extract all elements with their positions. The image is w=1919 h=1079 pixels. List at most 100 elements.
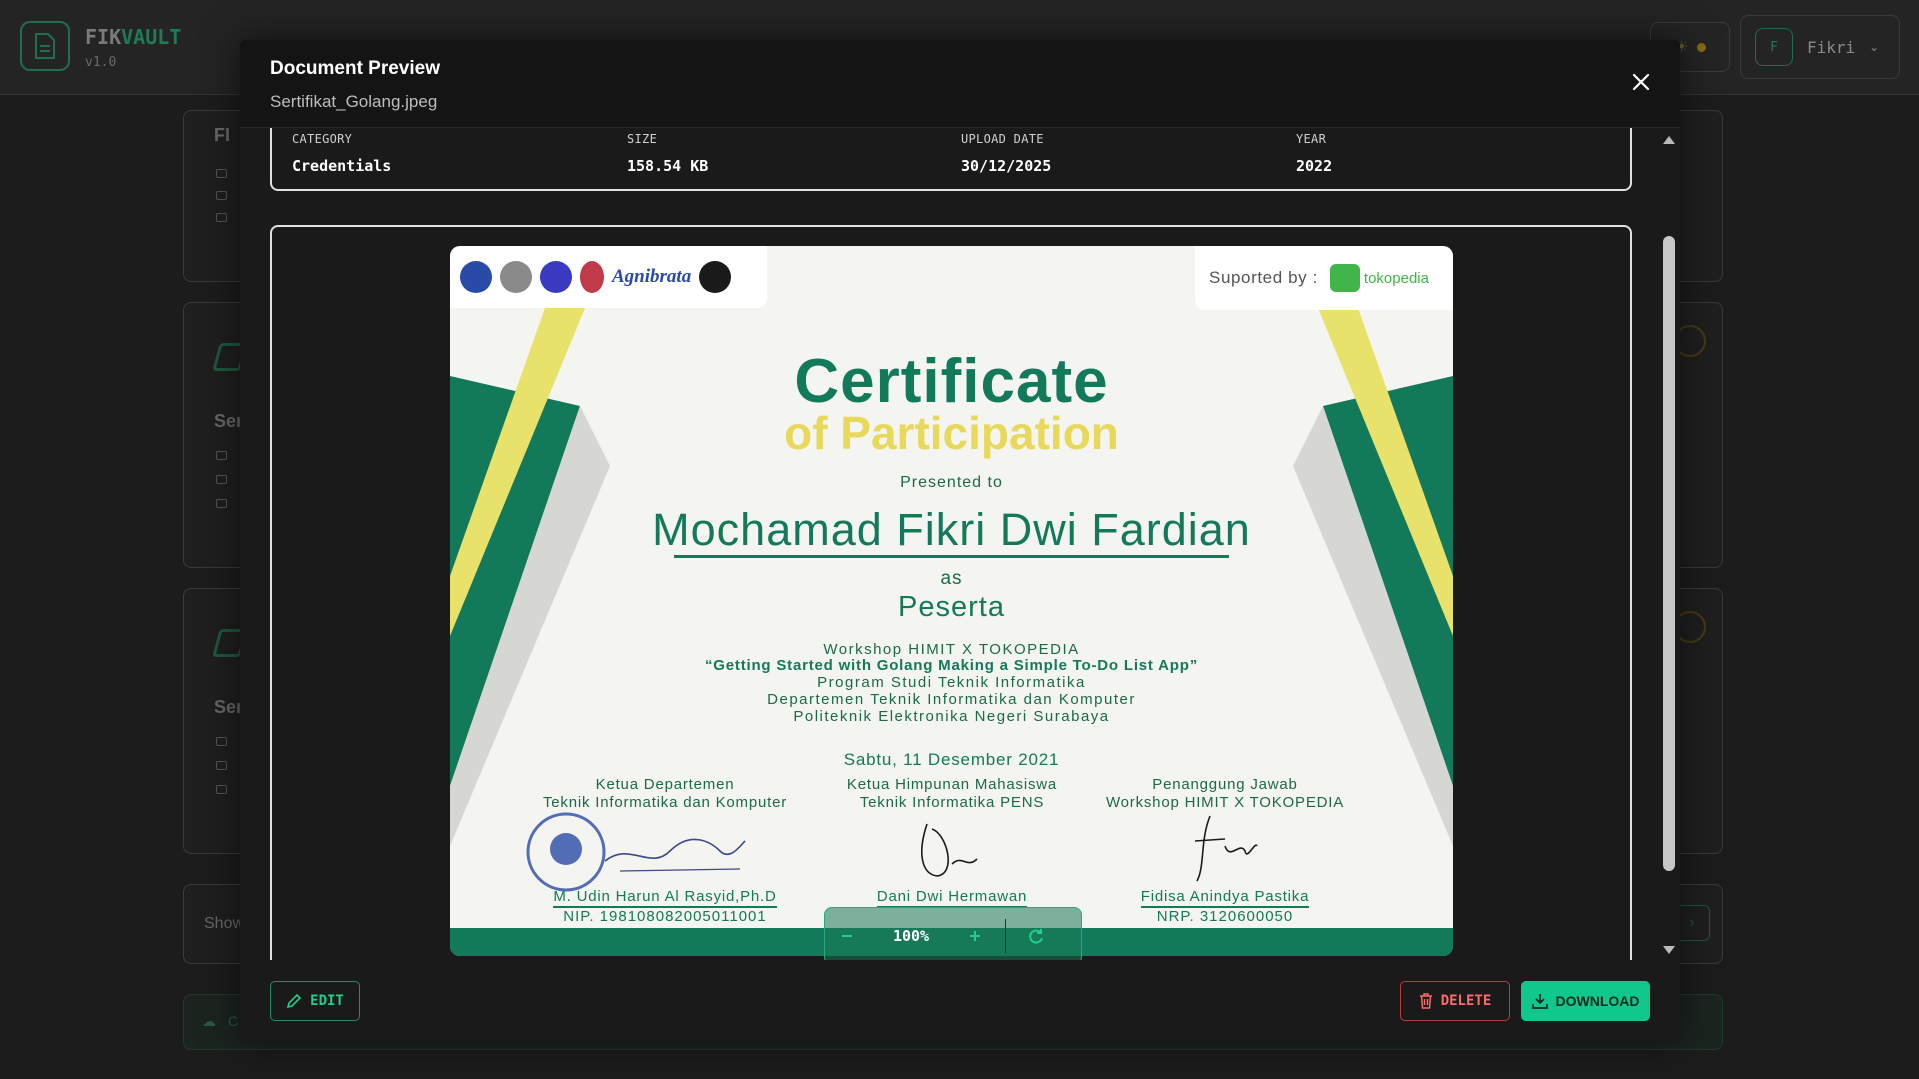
close-button[interactable] — [1625, 66, 1657, 98]
zoom-level: 100% — [892, 927, 930, 945]
meta-value: 2022 — [1296, 157, 1333, 175]
delete-button[interactable]: DELETE — [1400, 981, 1510, 1021]
meta-label: SIZE — [627, 132, 658, 146]
zoom-out-button[interactable] — [825, 916, 869, 956]
zoom-controls: 100% — [824, 907, 1082, 960]
supported-by-label: Suported by : — [1209, 268, 1318, 287]
certificate-subtitle: of Participation — [784, 407, 1119, 459]
recipient-role: Peserta — [898, 591, 1005, 623]
document-metadata: CATEGORY Credentials SIZE 158.54 KB UPLO… — [270, 128, 1632, 191]
card-title: Ser — [214, 697, 244, 717]
chevron-down-icon: ⌄ — [1869, 40, 1880, 54]
download-label: DOWNLOAD — [1555, 993, 1640, 1009]
edit-button[interactable]: EDIT — [270, 981, 360, 1021]
tokopedia-logo-icon — [1329, 264, 1360, 292]
user-menu-button[interactable]: F Fikri ⌄ — [1740, 15, 1900, 79]
meta-size: SIZE 158.54 KB — [627, 132, 708, 175]
signatory-name: M. Udin Harun Al Rasyid,Ph.D — [515, 888, 815, 908]
name-underline — [674, 555, 1229, 558]
card-title: FI — [214, 125, 230, 145]
signature-3 — [1194, 815, 1258, 882]
trash-icon — [1419, 993, 1432, 1009]
signatory-id: NIP. 198108082005011001 — [563, 908, 767, 925]
program-name: Program Studi Teknik Informatika — [817, 674, 1086, 691]
pens-logo-icon — [460, 261, 492, 293]
emblem-logo-icon — [500, 261, 532, 293]
calendar-icon — [216, 191, 227, 200]
status-dot — [1696, 42, 1706, 52]
pencil-icon — [287, 993, 302, 1009]
image-preview-area[interactable]: Agnibrata Suported by : tokopedia Certif… — [270, 225, 1632, 960]
calendar-icon — [216, 475, 227, 484]
pens-stamp-icon — [526, 812, 606, 892]
as-label: as — [940, 568, 963, 589]
logo-suffix: VAULT — [121, 25, 182, 49]
signature-1 — [604, 838, 746, 872]
plus-icon — [970, 931, 980, 941]
presented-to-label: Presented to — [900, 474, 1003, 491]
signatory-role-line1: Ketua Departemen — [595, 776, 735, 793]
department-name: Departemen Teknik Informatika dan Komput… — [767, 691, 1136, 708]
recipient-name: Mochamad Fikri Dwi Fardian — [652, 504, 1251, 555]
modal-footer: EDIT DELETE DOWNLOAD — [240, 960, 1680, 1040]
signatory-role: Ketua Departemen Teknik Informatika dan … — [515, 776, 815, 812]
app-logo-text: FIKVAULT — [85, 25, 181, 49]
modal-body[interactable]: CATEGORY Credentials SIZE 158.54 KB UPLO… — [240, 128, 1680, 960]
workshop-name: Workshop HIMIT X TOKOPEDIA — [823, 641, 1080, 658]
event-date: Sabtu, 11 Desember 2021 — [843, 750, 1060, 769]
signatory-role: Penanggung Jawab Workshop HIMIT X TOKOPE… — [1075, 776, 1375, 812]
modal-scrollbar[interactable] — [1658, 128, 1680, 960]
cloud-icon: ☁ — [202, 1013, 216, 1029]
meta-label: UPLOAD DATE — [961, 132, 1044, 146]
scroll-up-arrow[interactable] — [1663, 136, 1675, 144]
zoom-in-button[interactable] — [953, 916, 997, 956]
zoom-divider — [1005, 919, 1006, 953]
signatory-role-line2: Workshop HIMIT X TOKOPEDIA — [1105, 794, 1345, 811]
meta-label: CATEGORY — [292, 132, 353, 146]
signatory-role-line1: Ketua Himpunan Mahasiswa — [846, 776, 1058, 793]
institution-name: Politeknik Elektronika Negeri Surabaya — [793, 708, 1110, 725]
sponsor-name: tokopedia — [1363, 269, 1429, 287]
sponsor-badge: Suported by : tokopedia — [1195, 246, 1453, 310]
signatory-role-line1: Penanggung Jawab — [1152, 776, 1298, 793]
storage-label: C — [228, 1013, 239, 1029]
logo-prefix: FIK — [85, 25, 122, 49]
mascot-logo-icon — [699, 261, 732, 293]
meta-value: Credentials — [292, 157, 392, 175]
scroll-down-arrow[interactable] — [1663, 946, 1675, 954]
signatory-role-line2: Teknik Informatika PENS — [859, 794, 1045, 811]
document-preview-modal: Document Preview Sertifikat_Golang.jpeg … — [240, 40, 1680, 1040]
tag-icon — [216, 169, 227, 178]
meta-category: CATEGORY Credentials — [292, 132, 391, 175]
download-icon — [1531, 994, 1548, 1009]
tag-icon — [216, 737, 227, 746]
meta-label: YEAR — [1296, 132, 1327, 146]
calendar-icon — [216, 761, 227, 770]
modal-filename: Sertifikat_Golang.jpeg — [270, 92, 438, 111]
refresh-icon — [1029, 929, 1043, 944]
app-version: v1.0 — [85, 55, 117, 70]
signatory-name: Dani Dwi Hermawan — [802, 888, 1102, 908]
show-label: Show — [204, 915, 245, 932]
himit-logo-icon — [540, 261, 572, 293]
signature-2 — [921, 823, 978, 877]
signatory-role: Ketua Himpunan Mahasiswa Teknik Informat… — [802, 776, 1102, 812]
tag-icon — [216, 451, 227, 460]
signatory-role-line2: Teknik Informatika dan Komputer — [542, 794, 788, 811]
avatar: F — [1755, 28, 1793, 66]
scroll-thumb[interactable] — [1663, 236, 1675, 871]
card-title: Ser — [214, 411, 244, 431]
signatory-name: Fidisa Anindya Pastika — [1075, 888, 1375, 908]
meta-value: 158.54 KB — [627, 157, 709, 175]
meta-value: 30/12/2025 — [961, 157, 1052, 175]
close-icon — [1632, 73, 1650, 91]
workshop-topic: “Getting Started with Golang Making a Si… — [704, 657, 1198, 674]
modal-title: Document Preview — [270, 58, 440, 79]
file-icon — [216, 499, 227, 508]
app-logo-icon[interactable] — [20, 21, 70, 71]
minus-icon — [842, 935, 852, 937]
edit-label: EDIT — [310, 993, 344, 1009]
reset-zoom-button[interactable] — [1014, 916, 1058, 956]
download-button[interactable]: DOWNLOAD — [1521, 981, 1650, 1021]
user-name: Fikri — [1807, 37, 1856, 57]
